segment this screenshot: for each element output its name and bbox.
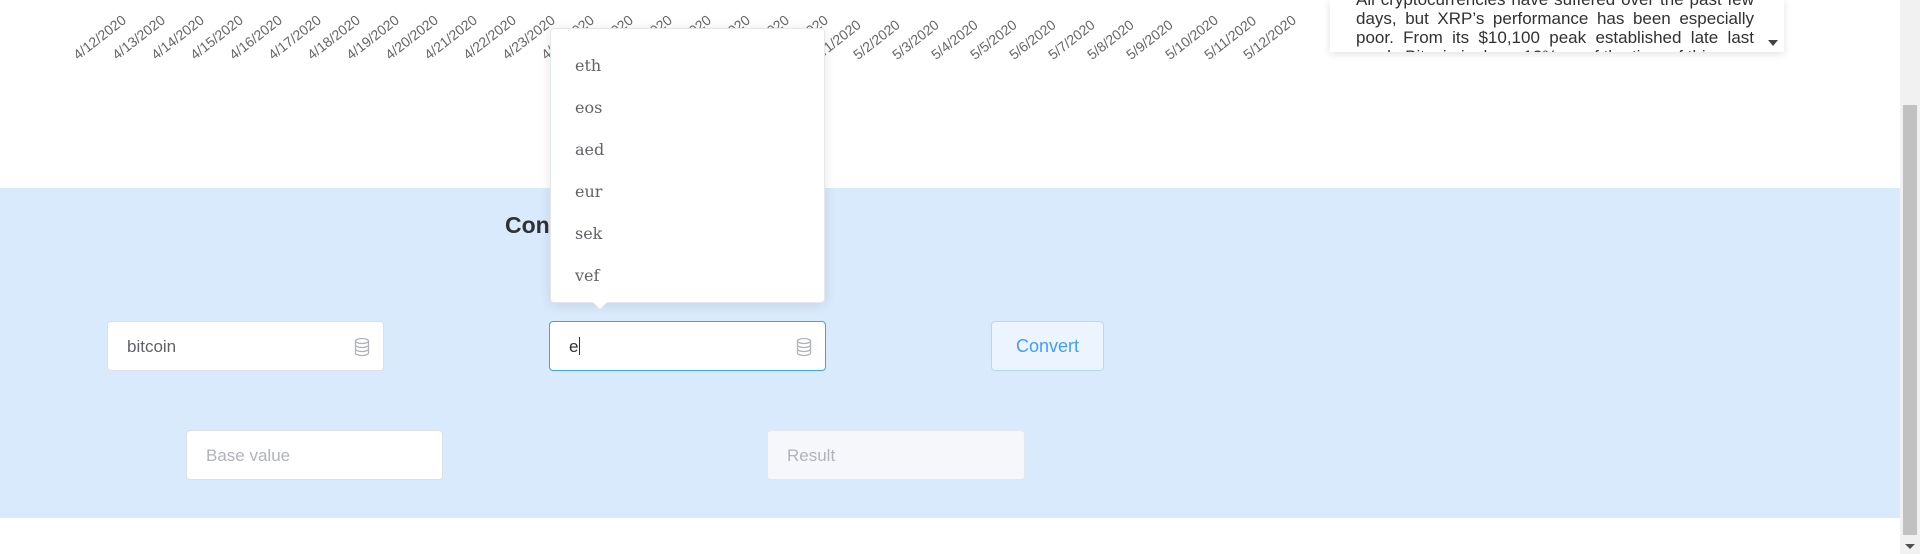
suggestion-list: eth eos aed eur sek vef [551,29,824,297]
to-currency-input[interactable]: e [549,321,826,371]
result-placeholder: Result [787,446,836,465]
currency-suggestions-dropdown: eth eos aed eur sek vef [550,28,825,303]
to-currency-value: e [569,337,581,356]
from-currency-value: bitcoin [127,337,177,356]
suggestion-item[interactable]: eur [551,171,824,213]
base-value-input[interactable]: Base value [186,430,443,480]
scrollbar-thumb[interactable] [1903,105,1917,535]
news-text: All cryptocurrencies have suffered over … [1356,0,1754,52]
scroll-down-icon[interactable] [1905,544,1915,549]
news-card: All cryptocurrencies have suffered over … [1330,0,1784,52]
dropdown-pointer [593,302,607,309]
suggestion-item[interactable]: eth [551,45,824,87]
from-currency-input[interactable]: bitcoin [107,321,384,371]
converter-section: Converter bitcoin e Convert Base value [0,188,1900,518]
suggestion-item[interactable]: eos [551,87,824,129]
scroll-down-arrow-icon[interactable] [1768,40,1778,46]
suggestion-item[interactable]: aed [551,129,824,171]
convert-button[interactable]: Convert [991,321,1104,371]
result-field: Result [767,430,1025,480]
base-value-placeholder: Base value [206,446,291,465]
page-scrollbar[interactable] [1900,0,1920,554]
suggestion-item[interactable]: vef [551,255,824,297]
coins-icon [796,337,812,357]
suggestion-item[interactable]: sek [551,213,824,255]
coins-icon [354,337,370,357]
